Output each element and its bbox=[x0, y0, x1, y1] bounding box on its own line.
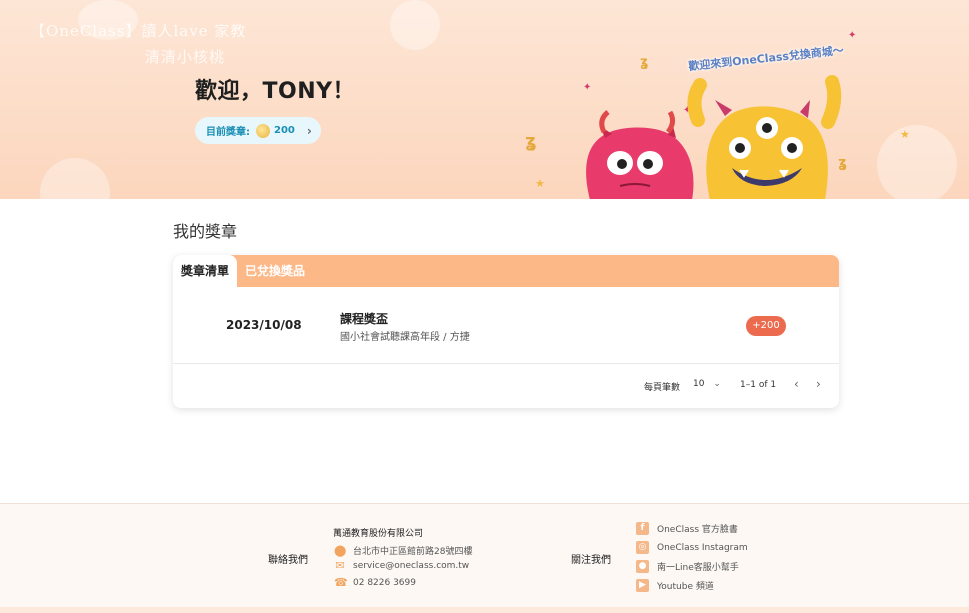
badge-count: 200 bbox=[274, 125, 295, 136]
company-name: 萬通教育股份有限公司 bbox=[333, 529, 424, 539]
facebook-icon: f bbox=[636, 522, 649, 535]
tab-bar: 獎章清單 已兌換獎品 bbox=[173, 255, 839, 287]
pagination: 每頁筆數 10 ⌄ 1–1 of 1 ‹ › bbox=[173, 365, 839, 408]
address-text: 台北市中正區館前路28號四樓 bbox=[353, 547, 473, 557]
social-link-facebook[interactable]: f OneClass 官方臉書 bbox=[636, 522, 738, 535]
line-icon: ● bbox=[636, 560, 649, 573]
pagination-range: 1–1 of 1 bbox=[740, 380, 777, 390]
social-label: OneClass 官方臉書 bbox=[657, 525, 738, 535]
chevron-left-icon[interactable]: ‹ bbox=[794, 377, 799, 391]
medal-icon bbox=[256, 123, 270, 138]
instagram-icon: ◎ bbox=[636, 541, 649, 554]
email-line[interactable]: ✉ service@oneclass.com.tw bbox=[334, 560, 469, 572]
watermark: 【OneClass】讀人lave 家教 清清小核桃 bbox=[30, 18, 246, 70]
social-link-youtube[interactable]: ▶ Youtube 頻道 bbox=[636, 579, 714, 592]
section-title: 我的獎章 bbox=[173, 222, 238, 241]
tab-badge-list[interactable]: 獎章清單 bbox=[173, 255, 237, 287]
record-date: 2023/10/08 bbox=[226, 318, 302, 332]
points-badge: +200 bbox=[746, 316, 786, 336]
location-pin-icon: ⬤ bbox=[334, 543, 347, 557]
contact-title: 聯絡我們 bbox=[268, 555, 308, 566]
chevron-right-icon[interactable]: › bbox=[816, 377, 821, 391]
email-text[interactable]: service@oneclass.com.tw bbox=[353, 561, 469, 571]
social-label: Youtube 頻道 bbox=[657, 582, 714, 592]
follow-title: 關注我們 bbox=[571, 555, 611, 566]
envelope-icon: ✉ bbox=[335, 559, 345, 572]
star-icon: ✦ bbox=[848, 30, 857, 41]
rows-per-page-select[interactable]: 10 ⌄ bbox=[693, 379, 721, 389]
tab-redeemed-prizes[interactable]: 已兌換獎品 bbox=[245, 255, 305, 287]
social-link-line[interactable]: ● 南一Line客服小幫手 bbox=[636, 560, 739, 573]
chevron-down-icon: ⌄ bbox=[713, 379, 721, 389]
watermark-line1: 【OneClass】讀人lave 家教 bbox=[30, 22, 247, 40]
social-link-instagram[interactable]: ◎ OneClass Instagram bbox=[636, 541, 748, 554]
phone-text[interactable]: 02 8226 3699 bbox=[353, 578, 416, 588]
decor-bubble bbox=[40, 158, 110, 199]
current-badges-button[interactable]: 目前獎章: 200 › bbox=[195, 117, 321, 144]
record-title: 課程獎盃 bbox=[340, 312, 389, 326]
badge-label: 目前獎章: bbox=[206, 127, 250, 138]
rows-per-page-label: 每頁筆數 bbox=[644, 383, 681, 393]
social-label: 南一Line客服小幫手 bbox=[657, 563, 739, 573]
phone-line[interactable]: ☎ 02 8226 3699 bbox=[334, 577, 416, 589]
mascot-illustration bbox=[586, 75, 842, 199]
record-subtitle: 國小社會試聽課高年段 / 方捷 bbox=[340, 332, 470, 343]
confetti-icon: ʓ bbox=[525, 131, 537, 152]
footer: 聯絡我們 萬通教育股份有限公司 ⬤ 台北市中正區館前路28號四樓 ✉ servi… bbox=[0, 503, 969, 613]
rows-per-page-value: 10 bbox=[693, 379, 705, 389]
chevron-right-icon: › bbox=[306, 123, 312, 138]
decor-bubble bbox=[877, 125, 957, 199]
list-item: 2023/10/08 課程獎盃 國小社會試聽課高年段 / 方捷 +200 bbox=[173, 287, 839, 364]
phone-icon: ☎ bbox=[334, 576, 348, 589]
decor-bubble bbox=[390, 0, 440, 50]
hero-banner: 【OneClass】讀人lave 家教 清清小核桃 歡迎，TONY！ 目前獎章:… bbox=[0, 0, 969, 199]
youtube-icon: ▶ bbox=[636, 579, 649, 592]
watermark-line2: 清清小核桃 bbox=[145, 48, 226, 66]
social-label: OneClass Instagram bbox=[657, 542, 748, 553]
footer-bottom-bar bbox=[0, 607, 969, 613]
address-line: ⬤ 台北市中正區館前路28號四樓 bbox=[334, 544, 472, 557]
badge-card: 獎章清單 已兌換獎品 2023/10/08 課程獎盃 國小社會試聽課高年段 / … bbox=[173, 255, 839, 408]
star-icon: ★ bbox=[535, 177, 545, 190]
star-icon: ★ bbox=[900, 128, 910, 141]
welcome-heading: 歡迎，TONY！ bbox=[195, 79, 356, 104]
